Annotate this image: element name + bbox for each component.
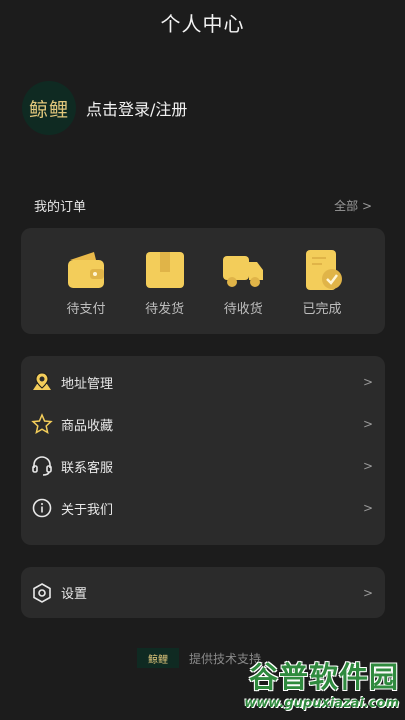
truck-icon: [223, 256, 264, 287]
chevron-right-icon: >: [362, 459, 373, 473]
hexagon-gear-icon: [33, 582, 51, 603]
all-orders-link[interactable]: 全部 >: [334, 197, 372, 214]
completed-clipboard-icon: [305, 250, 342, 290]
profile-section[interactable]: 鲸鲤 点击登录/注册: [22, 80, 187, 136]
order-label: 待发货: [145, 302, 185, 317]
orders-card: 待支付 待发货 待收货 已完成: [21, 228, 385, 334]
order-pending-receipt[interactable]: 待收货: [208, 228, 278, 334]
chevron-right-icon: >: [362, 585, 373, 600]
info-icon: [32, 498, 52, 518]
package-icon: [145, 252, 184, 288]
menu-card: 地址管理 > 商品收藏 > 联系客服 > 关于我们 >: [21, 356, 385, 545]
order-pending-payment[interactable]: 待支付: [51, 228, 121, 334]
orders-header: 我的订单 全部 >: [34, 196, 372, 215]
settings-card: 设置 >: [21, 567, 385, 618]
chevron-right-icon: >: [362, 501, 373, 515]
menu-item-about[interactable]: 关于我们 >: [21, 487, 385, 529]
order-label: 待支付: [66, 302, 106, 317]
menu-item-label: 关于我们: [61, 502, 114, 518]
star-icon: [31, 413, 53, 435]
order-completed[interactable]: 已完成: [287, 228, 357, 334]
menu-item-label: 商品收藏: [61, 418, 114, 434]
order-label: 待收货: [223, 302, 263, 317]
settings-label: 设置: [61, 587, 88, 602]
chevron-right-icon: >: [362, 375, 373, 389]
menu-item-label: 地址管理: [61, 376, 114, 392]
headset-icon: [32, 456, 52, 476]
menu-item-settings[interactable]: 设置 >: [21, 567, 385, 618]
order-label: 已完成: [302, 302, 342, 317]
watermark-url: www.gupuxiazai.com: [244, 696, 399, 711]
menu-item-favorites[interactable]: 商品收藏 >: [21, 403, 385, 445]
watermark: 谷普软件园 www.gupuxiazai.com: [203, 654, 399, 716]
menu-item-customer-service[interactable]: 联系客服 >: [21, 445, 385, 487]
orders-title: 我的订单: [34, 200, 87, 215]
page-title: 个人中心: [160, 12, 245, 36]
menu-item-label: 联系客服: [61, 460, 114, 476]
avatar[interactable]: 鲸鲤: [22, 81, 76, 135]
footer-logo: 鲸鲤: [137, 648, 179, 668]
chevron-right-icon: >: [362, 417, 373, 431]
location-pin-icon: [33, 372, 51, 390]
order-pending-shipment[interactable]: 待发货: [130, 228, 200, 334]
wallet-icon: [68, 252, 104, 288]
watermark-title: 谷普软件园: [248, 660, 399, 694]
menu-item-address[interactable]: 地址管理 >: [21, 361, 385, 403]
login-register-link[interactable]: 点击登录/注册: [86, 96, 187, 120]
